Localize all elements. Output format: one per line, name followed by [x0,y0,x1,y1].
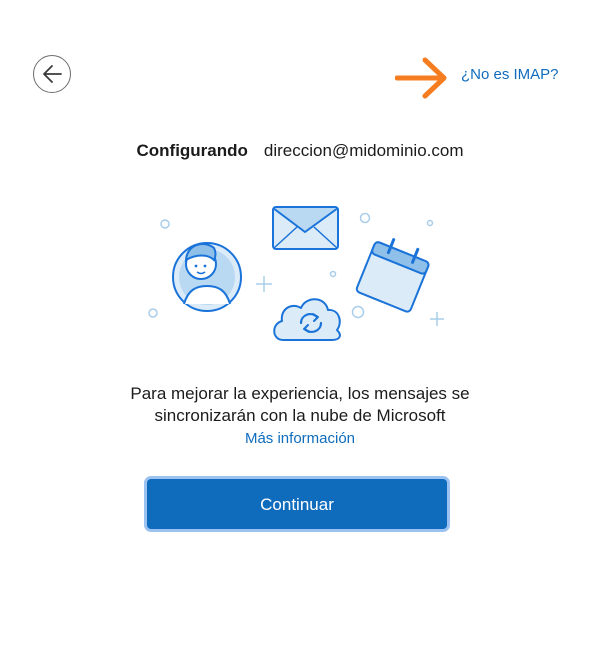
continue-button[interactable]: Continuar [144,476,450,532]
sync-message: Para mejorar la experiencia, los mensaje… [0,383,600,427]
sync-illustration [148,206,444,341]
cloud-sync-icon [273,298,341,341]
sync-message-line-2: sincronizarán con la nube de Microsoft [154,406,446,425]
more-info-link: Más información [0,430,600,447]
sync-message-line-1: Para mejorar la experiencia, los mensaje… [130,384,470,403]
calendar-icon [355,238,430,313]
envelope-icon [272,206,339,250]
annotation-arrow-icon [395,57,447,99]
back-button[interactable] [33,55,71,93]
arrow-left-icon [43,65,62,83]
person-avatar-icon [172,242,242,312]
email-address: direccion@midominio.com [263,141,464,160]
more-info-link-text[interactable]: Más información [245,430,355,447]
configuring-status: Configurando direccion@midominio.com [0,141,600,161]
not-imap-link[interactable]: ¿No es IMAP? [461,66,559,83]
configuring-label: Configurando [136,141,248,160]
continue-button-label: Continuar [260,495,334,514]
